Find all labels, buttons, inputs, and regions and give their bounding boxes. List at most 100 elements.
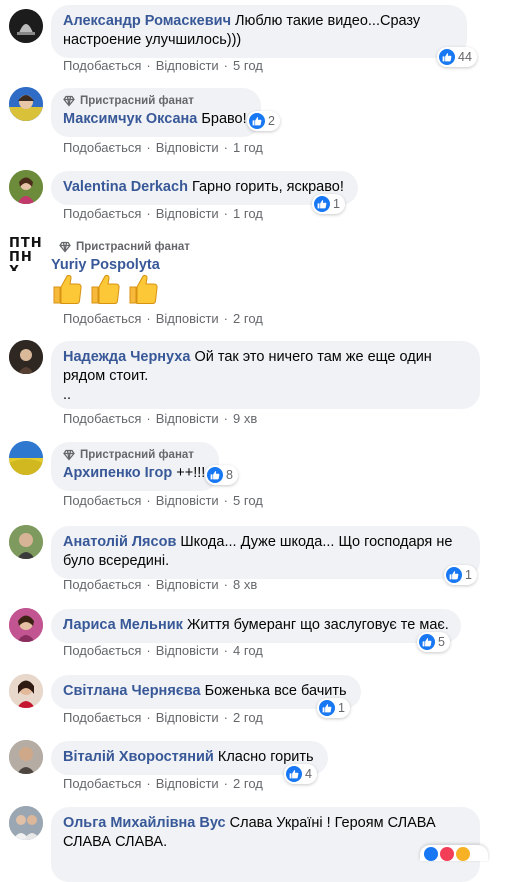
- comment-bubble: Анатолій Лясов Шкода... Дуже шкода... Що…: [51, 526, 480, 579]
- comment-text: Боженька все бачить: [204, 683, 347, 699]
- avatar[interactable]: [9, 674, 43, 708]
- comment-text: ++!!!: [176, 465, 206, 481]
- reply-link[interactable]: Відповісти: [156, 206, 219, 221]
- reply-link[interactable]: Відповісти: [156, 643, 219, 658]
- comment-text: Слава Україні ! Героям СЛАВА: [229, 815, 436, 831]
- author-name[interactable]: Лариса Мельник: [63, 617, 183, 633]
- author-name[interactable]: Yuriy Pospolyta: [51, 257, 160, 273]
- like-link[interactable]: Подобається: [63, 577, 141, 592]
- like-link[interactable]: Подобається: [63, 411, 141, 426]
- author-name[interactable]: Valentina Derkach: [63, 179, 188, 195]
- comment-text: Класно горить: [217, 749, 314, 765]
- reply-link[interactable]: Відповісти: [156, 58, 219, 73]
- reaction-count[interactable]: 2: [247, 111, 280, 131]
- author-name[interactable]: Віталій Хворостяний: [63, 749, 214, 765]
- care-icon: [456, 847, 470, 861]
- avatar[interactable]: [9, 441, 43, 475]
- timestamp[interactable]: 9 хв: [233, 411, 257, 426]
- avatar[interactable]: ПТН ПНХ: [9, 237, 45, 271]
- author-name[interactable]: Анатолій Лясов: [63, 534, 176, 550]
- comment-text-line2: було всередині.: [63, 553, 170, 569]
- author-name[interactable]: Надежда Чернуха: [63, 349, 190, 365]
- timestamp[interactable]: 8 хв: [233, 577, 257, 592]
- reply-link[interactable]: Відповісти: [156, 577, 219, 592]
- author-name[interactable]: Архипенко Ігор: [63, 465, 172, 481]
- comment-text: Браво!: [201, 111, 247, 127]
- timestamp[interactable]: 5 год: [233, 58, 263, 73]
- comment-text-line3: ..: [63, 387, 72, 403]
- comment-actions: Подобається · Відповісти · 2 год: [63, 311, 263, 326]
- timestamp[interactable]: 2 год: [233, 311, 263, 326]
- reply-link[interactable]: Відповісти: [156, 140, 219, 155]
- author-name[interactable]: Ольга Михайлівна Вус: [63, 815, 226, 831]
- like-link[interactable]: Подобається: [63, 776, 141, 791]
- author-name[interactable]: Світлана Черняєва: [63, 683, 201, 699]
- avatar-text: ПТН ПНХ: [9, 237, 43, 271]
- comment-actions: Подобається · Відповісти · 1 год: [63, 206, 263, 221]
- comment-text-line2: СЛАВА СЛАВА.: [63, 834, 168, 850]
- thumbs-up-emojis: [51, 272, 159, 306]
- avatar[interactable]: [9, 87, 43, 121]
- reply-link[interactable]: Відповісти: [156, 776, 219, 791]
- timestamp[interactable]: 1 год: [233, 206, 263, 221]
- comment-text: Ой так это ничего там же еще один: [194, 349, 432, 365]
- reaction-icons[interactable]: [420, 845, 488, 861]
- timestamp[interactable]: 2 год: [233, 776, 263, 791]
- like-icon: [314, 196, 330, 212]
- avatar[interactable]: [9, 170, 43, 204]
- like-link[interactable]: Подобається: [63, 493, 141, 508]
- thumbs-up-emoji-icon: [51, 272, 83, 306]
- like-link[interactable]: Подобається: [63, 206, 141, 221]
- like-link[interactable]: Подобається: [63, 710, 141, 725]
- love-icon: [440, 847, 454, 861]
- like-link[interactable]: Подобається: [63, 58, 141, 73]
- like-icon: [439, 49, 455, 65]
- like-icon: [249, 113, 265, 129]
- comment-text: Шкода... Дуже шкода... Що господаря не: [180, 534, 453, 550]
- reaction-count[interactable]: 1: [444, 565, 477, 585]
- like-link[interactable]: Подобається: [63, 311, 141, 326]
- avatar[interactable]: [9, 608, 43, 642]
- reply-link[interactable]: Відповісти: [156, 493, 219, 508]
- reply-link[interactable]: Відповісти: [156, 710, 219, 725]
- avatar[interactable]: [9, 9, 43, 43]
- like-icon: [446, 567, 462, 583]
- like-icon: [286, 766, 302, 782]
- comment-bubble: Лариса Мельник Життя бумеранг що заслуго…: [51, 609, 461, 643]
- like-link[interactable]: Подобається: [63, 643, 141, 658]
- reaction-count[interactable]: 1: [312, 194, 345, 214]
- author-name[interactable]: Максимчук Оксана: [63, 111, 197, 127]
- comment-bubble: Ольга Михайлівна Вус Слава Україні ! Гер…: [51, 807, 480, 882]
- comment-actions: Подобається · Відповісти · 8 хв: [63, 577, 258, 592]
- avatar[interactable]: [9, 340, 43, 374]
- timestamp[interactable]: 2 год: [233, 710, 263, 725]
- reaction-count[interactable]: 1: [317, 698, 350, 718]
- comment-actions: Подобається · Відповісти · 4 год: [63, 643, 263, 658]
- timestamp[interactable]: 5 год: [233, 493, 263, 508]
- comment-bubble: Пристрасний фанат Архипенко Ігор ++!!!: [51, 442, 220, 491]
- like-icon: [319, 700, 335, 716]
- author-name[interactable]: Александр Ромаскевич: [63, 13, 231, 29]
- comment-bubble: Надежда Чернуха Ой так это ничего там же…: [51, 341, 480, 409]
- comment-text: Життя бумеранг що заслуговує те має.: [186, 617, 449, 633]
- avatar[interactable]: [9, 525, 43, 559]
- comment-text: Люблю такие видео...Сразу: [235, 13, 421, 29]
- thumbs-up-emoji-icon: [127, 272, 159, 306]
- reply-link[interactable]: Відповісти: [156, 411, 219, 426]
- comment-text: Гарно горить, яскраво!: [191, 179, 344, 195]
- avatar[interactable]: [9, 740, 43, 774]
- comment-actions: Подобається · Відповісти · 1 год: [63, 140, 263, 155]
- comment-bubble: Александр Ромаскевич Люблю такие видео..…: [51, 5, 467, 58]
- reaction-count[interactable]: 8: [205, 465, 238, 485]
- comment-actions: Подобається · Відповісти · 5 год: [63, 493, 263, 508]
- reaction-count[interactable]: 5: [417, 632, 450, 652]
- comment-bubble: Пристрасний фанат Максимчук Оксана Браво…: [51, 88, 261, 137]
- like-link[interactable]: Подобається: [63, 140, 141, 155]
- reaction-count[interactable]: 4: [284, 764, 317, 784]
- diamond-icon: [59, 241, 71, 253]
- avatar[interactable]: [9, 806, 43, 840]
- timestamp[interactable]: 4 год: [233, 643, 263, 658]
- reply-link[interactable]: Відповісти: [156, 311, 219, 326]
- timestamp[interactable]: 1 год: [233, 140, 263, 155]
- reaction-count[interactable]: 44: [437, 47, 477, 67]
